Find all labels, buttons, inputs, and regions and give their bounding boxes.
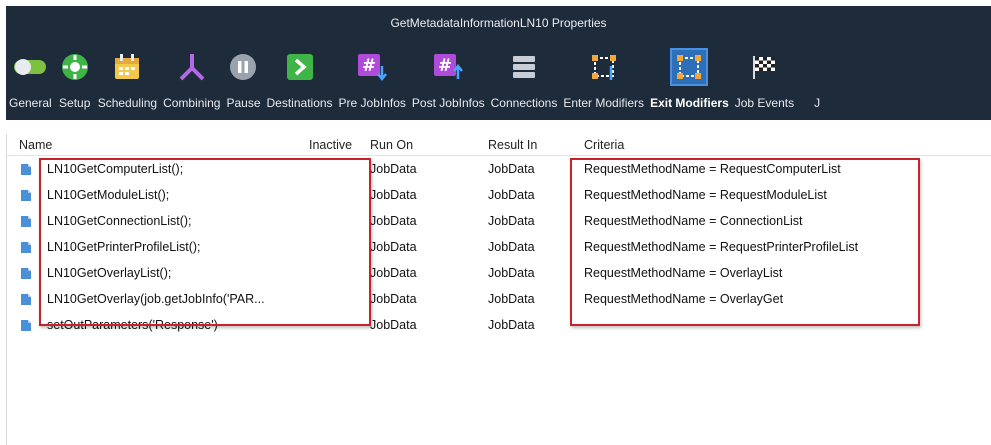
- title-bar: GetMetadataInformationLN10 Properties Ge…: [6, 6, 991, 120]
- cell-run-on: JobData: [370, 188, 417, 202]
- hash-down-icon: #: [355, 50, 389, 84]
- tool-cutoff[interactable]: J: [797, 48, 837, 120]
- tool-job-events[interactable]: Job Events: [732, 48, 797, 120]
- tool-label: J: [814, 96, 821, 110]
- svg-text:#: #: [362, 56, 376, 76]
- tool-label: Enter Modifiers: [563, 96, 645, 110]
- cell-result-in: JobData: [488, 214, 535, 228]
- cell-run-on: JobData: [370, 240, 417, 254]
- cell-result-in: JobData: [488, 292, 535, 306]
- enter-modifier-icon: [587, 50, 621, 84]
- properties-window: GetMetadataInformationLN10 Properties Ge…: [6, 6, 991, 445]
- tool-post-jobinfos[interactable]: # Post JobInfos: [409, 48, 488, 120]
- setup-gear-icon: [58, 50, 92, 84]
- cell-run-on: JobData: [370, 162, 417, 176]
- highlight-box-criteria: [570, 158, 920, 326]
- pause-icon: [226, 50, 260, 84]
- script-document-icon: [21, 268, 31, 279]
- cell-result-in: JobData: [488, 240, 535, 254]
- script-document-icon: [21, 242, 31, 253]
- tool-label: Pre JobInfos: [338, 96, 406, 110]
- tool-label: Connections: [490, 96, 558, 110]
- tool-enter-modifiers[interactable]: Enter Modifiers: [560, 48, 647, 120]
- calendar-icon: [110, 50, 144, 84]
- column-header-name[interactable]: Name: [19, 138, 52, 152]
- column-header-inactive[interactable]: Inactive: [309, 138, 352, 152]
- cell-result-in: JobData: [488, 162, 535, 176]
- toggle-icon: [13, 50, 47, 84]
- tool-label: Scheduling: [97, 96, 158, 110]
- tool-connections[interactable]: Connections: [488, 48, 561, 120]
- column-header-criteria[interactable]: Criteria: [584, 138, 624, 152]
- checkered-flag-icon: [747, 50, 781, 84]
- script-document-icon: [21, 294, 31, 305]
- tool-pre-jobinfos[interactable]: # Pre JobInfos: [336, 48, 409, 120]
- script-document-icon: [21, 164, 31, 175]
- tool-label: Job Events: [734, 96, 795, 110]
- script-document-icon: [21, 190, 31, 201]
- cell-run-on: JobData: [370, 292, 417, 306]
- tool-label: General: [9, 96, 52, 110]
- tool-label: Destinations: [266, 96, 333, 110]
- exit-modifiers-grid: Name Inactive Run On Result In Criteria …: [6, 134, 991, 445]
- cell-run-on: JobData: [370, 266, 417, 280]
- tool-setup[interactable]: Setup: [55, 48, 95, 120]
- tool-label: Exit Modifiers: [650, 96, 729, 110]
- cell-run-on: JobData: [370, 214, 417, 228]
- tool-exit-modifiers[interactable]: Exit Modifiers: [647, 48, 732, 120]
- category-toolbar: General Setup Scheduling Combining Pause…: [6, 48, 837, 120]
- exit-modifier-icon: [670, 48, 709, 86]
- tool-pause[interactable]: Pause: [223, 48, 263, 120]
- arrow-right-icon: [283, 50, 317, 84]
- cell-result-in: JobData: [488, 266, 535, 280]
- merge-icon: [175, 50, 209, 84]
- highlight-box-names: [39, 158, 371, 326]
- tool-general[interactable]: General: [6, 48, 55, 120]
- tool-label: Post JobInfos: [411, 96, 485, 110]
- tool-destinations[interactable]: Destinations: [264, 48, 336, 120]
- tool-combining[interactable]: Combining: [160, 48, 223, 120]
- script-document-icon: [21, 216, 31, 227]
- cell-run-on: JobData: [370, 318, 417, 332]
- script-document-icon: [21, 320, 31, 331]
- window-title: GetMetadataInformationLN10 Properties: [390, 16, 607, 30]
- hash-up-icon: #: [431, 50, 465, 84]
- tool-label: Setup: [59, 96, 91, 110]
- column-header-run-on[interactable]: Run On: [370, 138, 413, 152]
- column-header-result-in[interactable]: Result In: [488, 138, 537, 152]
- grid-header: Name Inactive Run On Result In Criteria: [6, 134, 991, 156]
- cell-result-in: JobData: [488, 188, 535, 202]
- cell-result-in: JobData: [488, 318, 535, 332]
- tool-label: Pause: [226, 96, 261, 110]
- tool-label: Combining: [163, 96, 221, 110]
- tool-scheduling[interactable]: Scheduling: [95, 48, 160, 120]
- stack-icon: [507, 50, 541, 84]
- svg-text:#: #: [438, 56, 452, 76]
